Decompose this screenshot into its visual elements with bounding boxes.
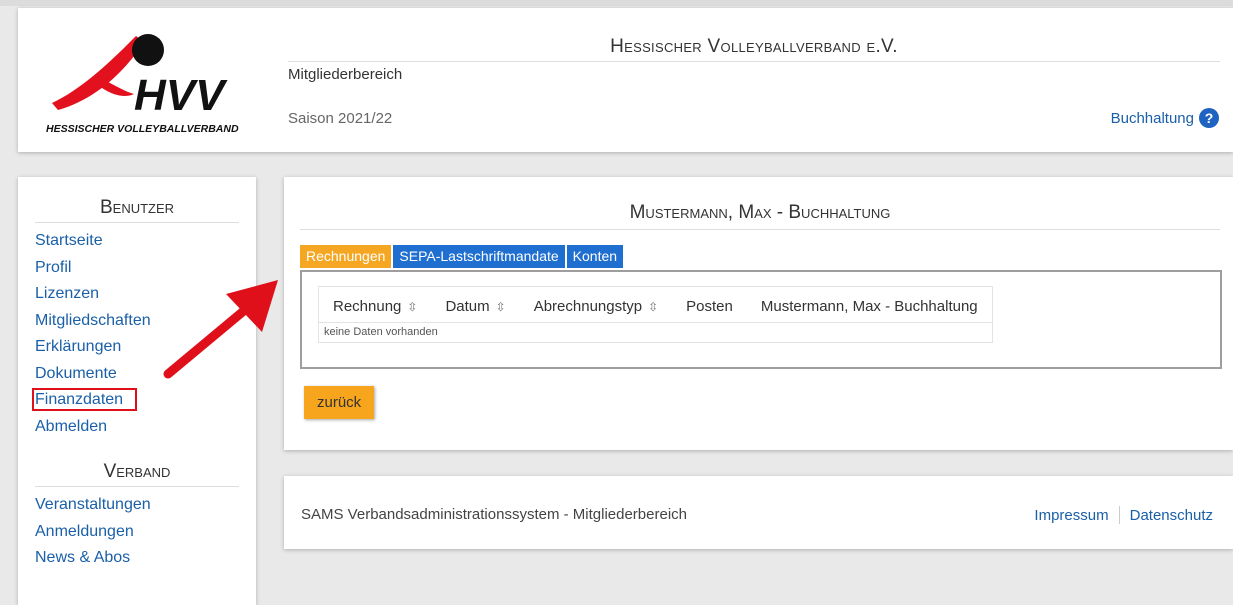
- main-panel: Mustermann, Max - Buchhaltung Rechnungen…: [284, 177, 1233, 450]
- sidebar-item-abmelden[interactable]: Abmelden: [35, 414, 151, 441]
- top-strip: [0, 0, 1233, 6]
- sidebar-item-veranstaltungen[interactable]: Veranstaltungen: [35, 492, 151, 519]
- title-divider: [300, 229, 1220, 230]
- tab-rechnungen[interactable]: Rechnungen: [300, 245, 392, 268]
- sidebar-heading-user: Benutzer: [35, 197, 239, 223]
- column-header-posten: Posten: [672, 286, 747, 323]
- tab-sepa-lastschriftmandate[interactable]: SEPA-Lastschriftmandate: [393, 245, 565, 268]
- sort-icon[interactable]: ⇳: [648, 300, 658, 314]
- sidebar-item-lizenzen[interactable]: Lizenzen: [35, 281, 151, 308]
- help-link[interactable]: Buchhaltung ?: [1111, 108, 1219, 128]
- sidebar-item-startseite[interactable]: Startseite: [35, 228, 151, 255]
- org-title: Hessischer Volleyballverband e.V.: [610, 36, 898, 57]
- sort-icon[interactable]: ⇳: [496, 300, 506, 314]
- column-header-abrechnungstyp[interactable]: Abrechnungstyp ⇳: [519, 286, 673, 323]
- logo-letters: HVV: [134, 71, 228, 120]
- datenschutz-link[interactable]: Datenschutz: [1130, 507, 1213, 524]
- sidebar-item-profil[interactable]: Profil: [35, 255, 151, 282]
- hvv-logo-graphic: HVV HESSISCHER VOLLEYBALLVERBAND: [46, 34, 239, 135]
- impressum-link[interactable]: Impressum: [1034, 507, 1108, 524]
- invoice-table: Rechnung ⇳ Datum ⇳ Abrechnungstyp ⇳ Posten …: [318, 286, 993, 343]
- sidebar-user-list: Startseite Profil Lizenzen Mitgliedschaf…: [32, 228, 151, 441]
- sidebar-item-news-abos[interactable]: News & Abos: [35, 545, 151, 572]
- title-divider: [288, 61, 1220, 62]
- sidebar-heading-association: Verband: [35, 461, 239, 487]
- table-header-row: Rechnung ⇳ Datum ⇳ Abrechnungstyp ⇳ Posten …: [318, 286, 993, 323]
- sidebar-item-mitgliedschaften[interactable]: Mitgliedschaften: [35, 308, 151, 335]
- table-row-empty: keine Daten vorhanden: [319, 323, 993, 343]
- tab-konten[interactable]: Konten: [566, 245, 624, 268]
- area-subtitle: Mitgliederbereich: [288, 66, 403, 83]
- footer-divider: [1118, 506, 1120, 524]
- page-header: HVV HESSISCHER VOLLEYBALLVERBAND Hessisc…: [18, 8, 1233, 152]
- tab-panel: Rechnung ⇳ Datum ⇳ Abrechnungstyp ⇳ Posten …: [300, 270, 1222, 369]
- logo-tagline: HESSISCHER VOLLEYBALLVERBAND: [46, 123, 239, 135]
- sidebar-item-finanzdaten[interactable]: Finanzdaten: [32, 387, 151, 414]
- season-label: Saison 2021/22: [288, 110, 393, 127]
- help-link-label[interactable]: Buchhaltung: [1111, 110, 1194, 127]
- page-footer: SAMS Verbandsadministrationssystem - Mit…: [284, 476, 1233, 549]
- footer-links: Impressum Datenschutz: [1034, 506, 1213, 524]
- sidebar-item-erklaerungen[interactable]: Erklärungen: [35, 334, 151, 361]
- tab-bar: Rechnungen SEPA-Lastschriftmandate Konte…: [300, 245, 624, 268]
- sidebar-association-list: Veranstaltungen Anmeldungen News & Abos: [35, 492, 151, 572]
- back-button[interactable]: zurück: [304, 386, 375, 419]
- help-icon[interactable]: ?: [1199, 108, 1219, 128]
- sidebar-item-anmeldungen[interactable]: Anmeldungen: [35, 519, 151, 546]
- page-title: Mustermann, Max - Buchhaltung: [629, 202, 891, 223]
- column-header-rechnung[interactable]: Rechnung ⇳: [318, 286, 432, 323]
- empty-message: keine Daten vorhanden: [324, 326, 438, 338]
- sidebar-item-dokumente[interactable]: Dokumente: [35, 361, 151, 388]
- sidebar: Benutzer Startseite Profil Lizenzen Mitg…: [18, 177, 256, 605]
- column-header-buchhaltung: Mustermann, Max - Buchhaltung: [746, 286, 993, 323]
- column-header-datum[interactable]: Datum ⇳: [431, 286, 520, 323]
- hvv-logo[interactable]: HVV HESSISCHER VOLLEYBALLVERBAND: [44, 28, 276, 138]
- footer-system-name: SAMS Verbandsadministrationssystem - Mit…: [301, 506, 687, 523]
- sort-icon[interactable]: ⇳: [407, 300, 417, 314]
